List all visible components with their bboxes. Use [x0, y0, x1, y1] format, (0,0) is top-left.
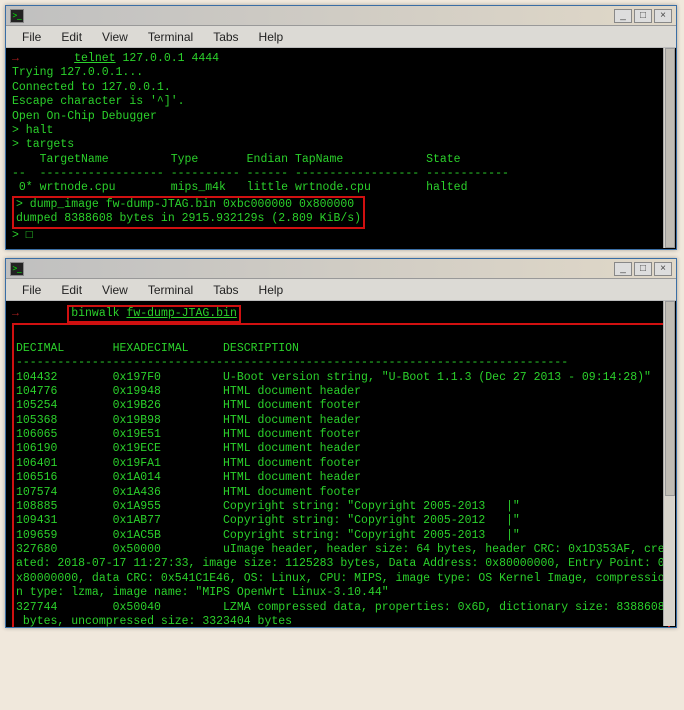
telnet-cmd: telnet: [74, 52, 115, 65]
line: Open On-Chip Debugger: [12, 110, 157, 123]
line: dumped 8388608 bytes in 2915.932129s (2.…: [16, 212, 361, 225]
line: TargetName Type Endian TapName State: [12, 153, 461, 166]
menu-help[interactable]: Help: [249, 281, 294, 299]
menu-view[interactable]: View: [92, 281, 138, 299]
line: 0* wrtnode.cpu mips_m4k little wrtnode.c…: [12, 181, 467, 194]
binwalk-command-highlight: binwalk fw-dump-JTAG.bin: [67, 305, 241, 323]
menu-file[interactable]: File: [12, 28, 51, 46]
minimize-button[interactable]: _: [614, 262, 632, 276]
menu-file[interactable]: File: [12, 281, 51, 299]
menu-edit[interactable]: Edit: [51, 281, 92, 299]
line: -- ------------------ ---------- ------ …: [12, 167, 509, 180]
binwalk-output-highlight: DECIMAL HEXADECIMAL DESCRIPTION --------…: [12, 323, 670, 627]
terminal-icon: >_: [10, 9, 24, 23]
close-button[interactable]: ×: [654, 9, 672, 23]
rows: 104432 0x197F0 U-Boot version string, "U…: [16, 371, 651, 542]
window-buttons: _ □ ×: [614, 9, 672, 23]
wrap-line: 327744 0x50040 LZMA compressed data, pro…: [16, 601, 665, 628]
wrap-line: 327680 0x50000 uImage header, header siz…: [16, 543, 665, 599]
terminal-window-2: >_ _ □ × File Edit View Terminal Tabs He…: [5, 258, 677, 628]
menubar-1: File Edit View Terminal Tabs Help: [6, 26, 676, 48]
close-button[interactable]: ×: [654, 262, 672, 276]
menu-tabs[interactable]: Tabs: [203, 281, 248, 299]
window-buttons: _ □ ×: [614, 262, 672, 276]
line: Trying 127.0.0.1...: [12, 66, 143, 79]
menu-help[interactable]: Help: [249, 28, 294, 46]
dump-command-highlight: > dump_image fw-dump-JTAG.bin 0xbc000000…: [12, 196, 365, 229]
titlebar-2[interactable]: >_ _ □ ×: [6, 259, 676, 279]
prompt-arrow: →: [12, 52, 74, 65]
scrollbar-1[interactable]: [663, 48, 675, 248]
menu-tabs[interactable]: Tabs: [203, 28, 248, 46]
header-line: DECIMAL HEXADECIMAL DESCRIPTION: [16, 342, 299, 355]
menu-edit[interactable]: Edit: [51, 28, 92, 46]
prompt-arrow: →: [12, 307, 67, 320]
terminal-output-1[interactable]: → telnet 127.0.0.1 4444 Trying 127.0.0.1…: [6, 48, 676, 249]
line: > halt: [12, 124, 53, 137]
line: > dump_image fw-dump-JTAG.bin 0xbc000000…: [16, 198, 354, 211]
terminal-window-1: >_ _ □ × File Edit View Terminal Tabs He…: [5, 5, 677, 250]
telnet-args: 127.0.0.1 4444: [116, 52, 220, 65]
menu-view[interactable]: View: [92, 28, 138, 46]
line: Connected to 127.0.0.1.: [12, 81, 171, 94]
line: > targets: [12, 138, 74, 151]
scroll-thumb[interactable]: [665, 48, 675, 248]
maximize-button[interactable]: □: [634, 9, 652, 23]
menu-terminal[interactable]: Terminal: [138, 281, 203, 299]
scrollbar-2[interactable]: [663, 301, 675, 626]
menubar-2: File Edit View Terminal Tabs Help: [6, 279, 676, 301]
terminal-icon: >_: [10, 262, 24, 276]
maximize-button[interactable]: □: [634, 262, 652, 276]
minimize-button[interactable]: _: [614, 9, 632, 23]
cursor-line: > □: [12, 229, 33, 242]
separator: ----------------------------------------…: [16, 356, 568, 369]
binwalk-cmd: binwalk: [71, 307, 119, 320]
titlebar-1[interactable]: >_ _ □ ×: [6, 6, 676, 26]
menu-terminal[interactable]: Terminal: [138, 28, 203, 46]
binwalk-arg: fw-dump-JTAG.bin: [126, 307, 236, 320]
line: Escape character is '^]'.: [12, 95, 185, 108]
scroll-thumb[interactable]: [665, 301, 675, 496]
terminal-output-2[interactable]: → binwalk fw-dump-JTAG.bin DECIMAL HEXAD…: [6, 301, 676, 627]
